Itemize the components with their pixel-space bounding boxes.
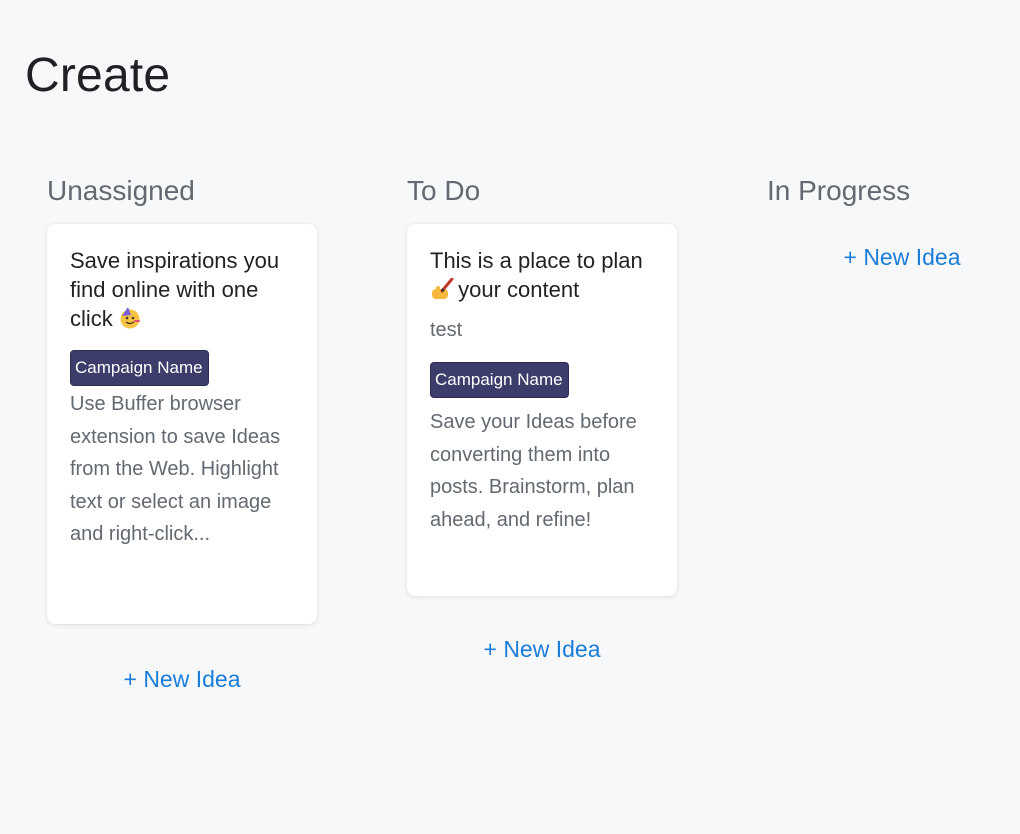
column-title: To Do (407, 175, 481, 206)
idea-card-subtext: test (430, 319, 463, 341)
idea-card-title: This is a place to plan your content (430, 248, 643, 302)
idea-card[interactable]: This is a place to plan your content tes… (407, 224, 677, 596)
idea-card[interactable]: Save inspirations you find online with o… (47, 224, 317, 624)
column-to-do: To Do This is a place to plan your conte… (407, 172, 677, 693)
campaign-tag[interactable]: Campaign Name (70, 350, 209, 386)
idea-card-title: Save inspirations you find online with o… (70, 248, 280, 331)
new-idea-button[interactable]: + New Idea (47, 666, 317, 693)
column-unassigned: Unassigned Save inspirations you find on… (47, 172, 317, 693)
page-title: Create (25, 49, 171, 102)
column-in-progress: In Progress + New Idea (767, 172, 1020, 693)
campaign-tag[interactable]: Campaign Name (430, 362, 569, 398)
column-title: Unassigned (47, 175, 195, 206)
new-idea-button[interactable]: + New Idea (767, 244, 1020, 271)
party-face-icon (119, 307, 141, 329)
idea-card-description: Save your Ideas before converting them i… (430, 411, 637, 531)
writing-hand-icon (430, 277, 454, 300)
idea-card-description: Use Buffer browser extension to save Ide… (70, 393, 281, 545)
column-title: In Progress (767, 175, 911, 206)
ideas-board: Unassigned Save inspirations you find on… (47, 172, 1020, 693)
new-idea-button[interactable]: + New Idea (407, 636, 677, 663)
